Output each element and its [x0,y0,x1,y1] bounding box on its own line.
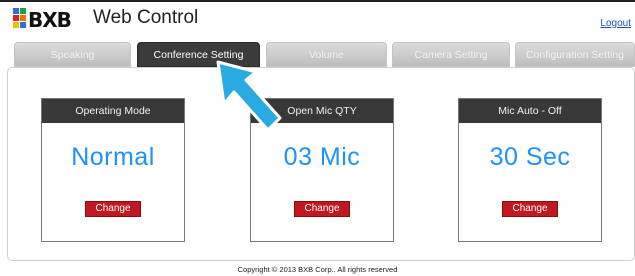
tab-speaking[interactable]: Speaking [14,42,131,67]
card-title: Operating Mode [42,99,184,123]
change-mic-auto-off-button[interactable]: Change [502,201,558,217]
card-value: 30 Sec [489,143,571,171]
tab-camera-setting[interactable]: Camera Setting [392,42,510,67]
change-open-mic-qty-button[interactable]: Change [294,201,350,217]
tab-configuration-setting[interactable]: Configuration Setting [515,42,635,67]
main-tabs: Speaking Conference Setting Volume Camer… [14,42,635,67]
logo-text: BXB [28,8,71,30]
app-title: Web Control [93,7,199,28]
change-operating-mode-button[interactable]: Change [85,201,141,217]
web-control-page: BXB Web Control Logout Speaking Conferen… [0,0,635,276]
tab-volume[interactable]: Volume [266,42,387,67]
mic-auto-off-card: Mic Auto - Off 30 Sec Change [458,98,602,242]
operating-mode-card: Operating Mode Normal Change [41,98,185,242]
header: BXB Web Control Logout [0,2,635,38]
logout-link[interactable]: Logout [600,18,631,29]
bxb-logo-icon: BXB [13,8,72,30]
card-value: Normal [71,143,155,171]
card-title: Mic Auto - Off [459,99,601,123]
pointer-arrow-icon [216,60,282,132]
card-value: 03 Mic [283,143,361,171]
copyright-footer: Copyright © 2013 BXB Corp.. All rights r… [237,265,398,274]
